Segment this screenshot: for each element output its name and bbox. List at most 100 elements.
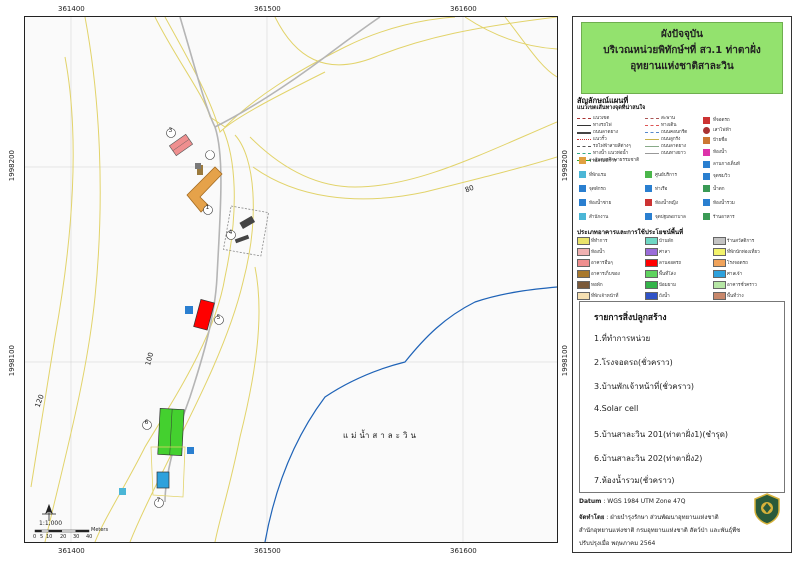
legend-point-15: จุดปฐมพยาบาล [655,215,686,220]
landuse-swatch-2 [713,237,726,245]
landuse-label-14: อาคารชั่วคราว [727,283,757,288]
legend-point-5: จุดชมวิว [713,174,730,179]
legend-point-17: ร้านสวัสดิการ [589,159,617,164]
legend-line-1: ทางรถไฟ [593,123,612,128]
landuse-swatch-13 [645,281,658,289]
legend-point-9: ท่าเรือ [655,187,668,192]
scale-unit: Meters [91,527,109,533]
landuse-heading: ประเภทอาคารและการใช้ประโยชน์พื้นที่ [577,229,684,236]
legend-panel: ผังปัจจุบัน บริเวณหน่วยพิทักษ์ฯที่ สว.1 … [572,16,792,553]
legend-point-1: เสาไฟฟ้า [713,128,732,133]
landuse-swatch-7 [645,259,658,267]
legend-line-10: ถนนลูกรัง [661,137,681,142]
building-list: รายการสิ่งปลูกสร้าง 1.ที่ทำการหน่วย 2.โร… [579,301,785,493]
landuse-swatch-15 [577,292,590,300]
landuse-label-12: หอพัก [591,283,603,288]
building-number-2: 2 [207,149,212,156]
coord-right-1: 1998200 [561,150,569,182]
landuse-label-0: ที่ทำการ [591,239,608,244]
landuse-swatch-10 [645,270,658,278]
building-item-2: 2.โรงจอดรถ(ชั่วคราว) [594,358,673,367]
building-item-7: 7.ห้องน้ำรวม(ชั่วคราว) [594,476,675,485]
landuse-swatch-1 [645,237,658,245]
building-item-6: 6.บ้านสาละวิน 202(ท่าตาฝั่ง2) [594,454,703,463]
landuse-swatch-0 [577,237,590,245]
building-number-5: 5 [216,314,221,321]
legend-point-10: น้ำตก [713,187,725,192]
made-by-label: จัดทำโดย [579,514,605,521]
coord-right-2: 1998100 [561,345,569,377]
coord-left-1: 1998200 [8,150,16,182]
scale-tick-20: 20 [60,534,67,540]
legend-line-12: ถนนทางยาว [661,151,686,156]
building-list-title: รายการสิ่งปลูกสร้าง [594,313,667,323]
legend-point-13: ห้องน้ำรวม [713,201,735,206]
legend-line-9: ถนนคอนกรีต [661,130,688,135]
legend-line-0: แนวเขต [593,116,610,121]
scale-ratio: 1:1,000 [39,520,63,527]
datum-label: Datum [579,498,602,505]
org-name: สำนักอุทยานแห่งชาติ กรมอุทยานแห่งชาติ สั… [579,527,741,534]
map-canvas [25,17,557,542]
landuse-swatch-9 [577,270,590,278]
landuse-label-6: อาคารอื่นๆ [591,261,613,266]
legend-line-5: ทางน้ำ แนวท่อน้ำ [593,151,629,156]
legend-point-0: ที่จอดรถ [713,118,730,123]
scale-tick-30: 30 [73,534,80,540]
coord-bottom-2: 361500 [254,547,281,555]
landuse-swatch-12 [577,281,590,289]
landuse-swatch-4 [645,248,658,256]
scale-tick-40: 40 [86,534,93,540]
coord-left-2: 1998100 [8,345,16,377]
building-1-shape [186,165,223,213]
landuse-label-5: ที่พักนักท่องเที่ยว [727,250,760,255]
legend-line-2: ถนนลาดยาง [593,130,618,135]
coord-bottom-1: 361400 [58,547,85,555]
building-number-1: 1 [205,204,210,211]
landuse-swatch-17 [713,292,726,300]
coord-top-2: 361500 [254,5,281,13]
legend-point-7: ศูนย์บริการ [655,173,677,178]
building-number-3: 3 [168,127,173,134]
landuse-swatch-14 [713,281,726,289]
coord-bottom-3: 361600 [450,547,477,555]
legend-line-7: สะพาน [661,116,676,121]
map-frame[interactable]: 1 2 3 4 5 6 7 80 100 120 แม่น้ำสาละวิน 1… [24,16,558,543]
building-number-4: 4 [228,229,233,236]
made-by-value: : ฝ่ายบำรุงรักษา ส่วนพัฒนาอุทยานแห่งชาติ [606,514,719,521]
legend-line-3: แนวรั้ว [593,137,607,142]
building-item-5: 5.บ้านสาละวิน 201(ท่าตาฝั่ง1)(ชำรุด) [594,430,729,439]
building-item-4: 4.Solar cell [594,404,639,413]
datum-value: : WGS 1984 UTM Zone 47Q [603,498,686,505]
legend-point-12: ห้องน้ำหญิง [655,201,678,206]
landuse-swatch-11 [713,270,726,278]
legend-line-8: ทางเดิน [661,123,677,128]
legend-point-4: ลานกางเต็นท์ [713,162,740,167]
landuse-swatch-8 [713,259,726,267]
title-line-3: อุทยานแห่งชาติสาละวิน [630,61,734,72]
landuse-label-7: ลานจอดรถ [659,261,682,266]
landuse-swatch-5 [713,248,726,256]
legend-point-14: สำนักงาน [589,215,609,220]
scale-bar [34,529,90,533]
landuse-label-13: ป้อมยาม [659,283,677,288]
landuse-label-2: ร้านสวัสดิการ [727,239,755,244]
landuse-label-4: ศาลา [659,250,670,255]
department-logo-icon [754,493,780,525]
scale-tick-10: 10 [46,534,53,540]
landuse-label-8: โรงจอดรถ [727,261,748,266]
north-arrow [42,503,56,521]
coord-top-1: 361400 [58,5,85,13]
legend-point-6: ที่พักแรม [589,173,607,178]
coord-top-3: 361600 [450,5,477,13]
legend-point-8: จุดพักรถ [589,187,606,192]
landuse-swatch-3 [577,248,590,256]
landuse-label-17: พื้นที่ว่าง [727,294,744,299]
landuse-label-11: ศาลเจ้า [727,272,743,277]
landuse-label-15: ที่พักเจ้าหน้าที่ [591,294,619,299]
scale-tick-5: 5 [40,534,44,540]
building-item-3: 3.บ้านพักเจ้าหน้าที่(ชั่วคราว) [594,382,695,391]
landuse-swatch-6 [577,259,590,267]
landuse-label-10: พื้นที่โล่ง [659,272,676,277]
legend-subheading: แนวเขตเส้นทางจุดที่น่าสนใจ [577,105,646,111]
